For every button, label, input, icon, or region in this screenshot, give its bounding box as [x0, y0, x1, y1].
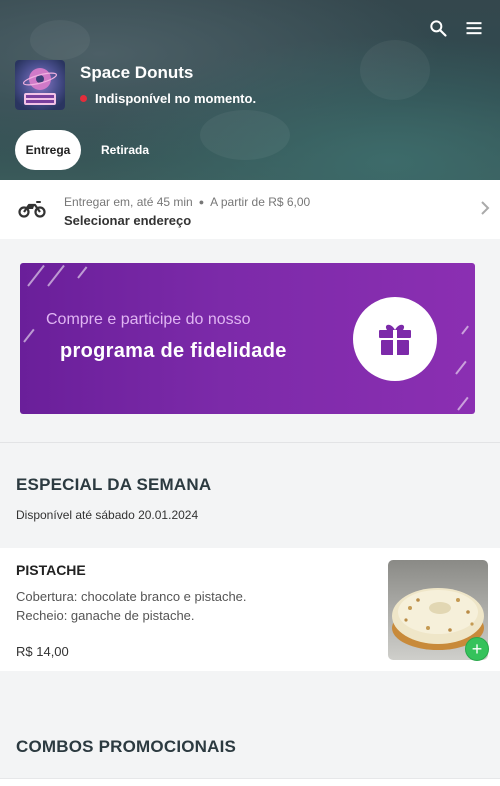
banner-line-1: Compre e participe do nosso — [46, 311, 251, 328]
store-status: Indisponível no momento. — [80, 91, 256, 106]
background-texture — [360, 40, 430, 100]
product-name: PISTACHE — [16, 562, 86, 578]
chevron-right-icon — [480, 200, 490, 221]
section-title-special: ESPECIAL DA SEMANA — [16, 475, 212, 494]
product-description: Cobertura: chocolate branco e pistache. — [16, 589, 247, 604]
store-logo — [15, 60, 65, 110]
background-texture — [200, 110, 290, 160]
order-mode-tabs: Entrega Retirada — [15, 130, 149, 170]
gift-icon — [353, 297, 437, 381]
search-icon[interactable] — [426, 16, 450, 40]
section-subtitle-special: Disponível até sábado 20.01.2024 — [16, 508, 199, 522]
select-address-label: Selecionar endereço — [64, 213, 192, 228]
store-header: Space Donuts Indisponível no momento. En… — [0, 0, 500, 180]
tab-retirada[interactable]: Retirada — [101, 143, 149, 157]
decor-stroke — [77, 266, 88, 279]
store-name: Space Donuts — [80, 63, 194, 82]
decor-stroke — [27, 264, 45, 287]
product-price: R$ 14,00 — [16, 644, 69, 659]
decor-stroke — [47, 264, 65, 287]
menu-icon[interactable] — [462, 16, 486, 40]
separator-dot: ● — [198, 197, 205, 207]
delivery-address-row[interactable]: Entregar em, até 45 min ● A partir de R$ 6… — [0, 180, 500, 239]
banner-line-2: programa de fidelidade — [60, 340, 287, 362]
section-divider — [0, 442, 500, 443]
background-texture — [30, 20, 90, 60]
motorcycle-icon — [18, 197, 46, 224]
decor-stroke — [457, 396, 469, 411]
promo-banner-area: Compre e participe do nosso programa de … — [0, 239, 500, 442]
status-dot-icon — [80, 95, 87, 102]
product-description: Recheio: ganache de pistache. — [16, 608, 195, 623]
decor-stroke — [455, 360, 467, 375]
header-actions — [426, 16, 486, 40]
delivery-info: Entregar em, até 45 min ● A partir de R$ 6… — [64, 195, 310, 209]
delivery-time: Entregar em, até 45 min — [64, 195, 193, 209]
section-title-combos: COMBOS PROMOCIONAIS — [16, 737, 237, 756]
next-section-edge — [0, 778, 500, 786]
status-text: Indisponível no momento. — [95, 91, 257, 106]
loyalty-banner[interactable]: Compre e participe do nosso programa de … — [20, 263, 475, 414]
decor-stroke — [461, 325, 469, 335]
tab-entrega[interactable]: Entrega — [15, 130, 81, 170]
delivery-fee: A partir de R$ 6,00 — [210, 195, 311, 209]
add-to-cart-button[interactable]: + — [465, 637, 489, 661]
decor-stroke — [23, 328, 35, 343]
product-card[interactable]: PISTACHE Cobertura: chocolate branco e p… — [0, 548, 500, 671]
